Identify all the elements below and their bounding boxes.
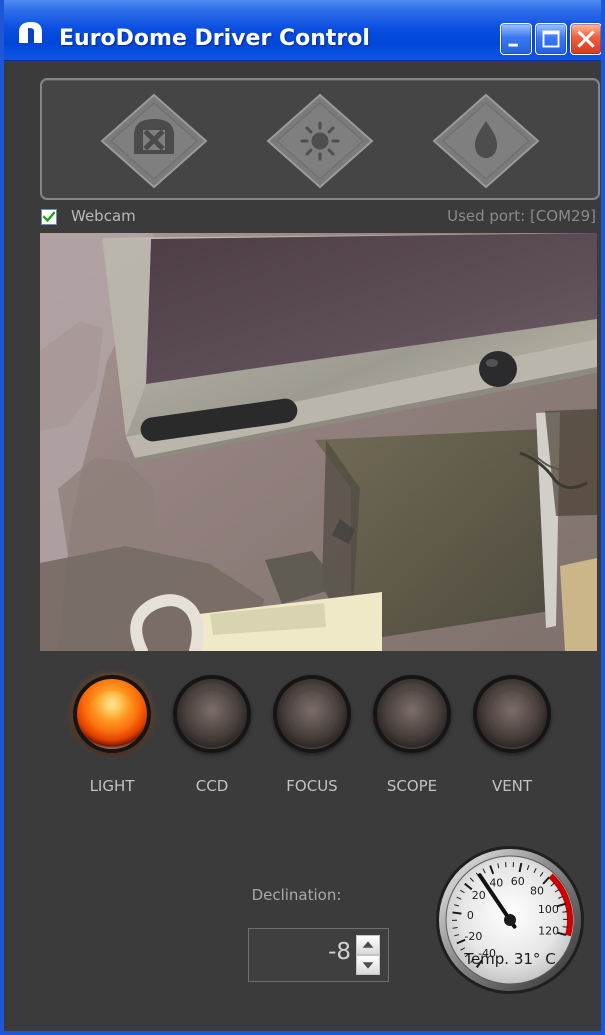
webcam-feed	[40, 233, 597, 651]
gauge-tick	[562, 926, 568, 928]
indicator-label-vent: VENT	[491, 777, 533, 795]
dome-app-icon	[18, 21, 43, 44]
title-bar: EuroDome Driver Control	[4, 0, 601, 61]
window-title: EuroDome Driver Control	[59, 26, 370, 51]
webcam-checkbox[interactable]	[41, 209, 57, 225]
declination-decrease-button[interactable]	[356, 955, 380, 975]
indicator-label-focus: FOCUS	[286, 777, 338, 795]
close-button[interactable]	[570, 23, 601, 55]
indicator-scope: SCOPE	[362, 668, 462, 795]
indicator-label-scope: SCOPE	[386, 777, 438, 795]
gauge-tick	[452, 911, 462, 915]
gauge-tick-label: 120	[538, 924, 559, 937]
sun-icon	[300, 121, 340, 161]
webcam-label: Webcam	[71, 207, 136, 225]
declination-increase-button[interactable]	[356, 935, 380, 955]
indicator-light: LIGHT	[62, 668, 162, 795]
gauge-tick-label: 0	[467, 909, 474, 922]
x-close-dome-icon	[134, 119, 174, 154]
light-indicator-lamp	[73, 675, 151, 753]
eurodome-driver-control-window: EuroDome Driver Control Webcam Used port…	[0, 0, 605, 1035]
gauge-tick	[452, 926, 458, 929]
gauge-tick-label: 60	[511, 875, 525, 888]
maximize-button[interactable]	[535, 23, 567, 55]
declination-label: Declination:	[251, 886, 342, 904]
ccd-indicator-lamp	[173, 675, 251, 753]
close-dome-button[interactable]	[100, 93, 208, 189]
temperature-gauge: -40 -20 0 20 40 60 80 100 120 Temp. 31° C	[432, 842, 588, 998]
down-arrow-icon	[362, 962, 374, 969]
indicator-vent: VENT	[462, 668, 562, 795]
checkmark-icon	[43, 211, 55, 223]
water-drop-button[interactable]	[432, 93, 540, 189]
gauge-tick-label: 100	[538, 903, 559, 916]
status-indicators: LIGHT CCD FOCUS SCOPE VENT	[62, 668, 582, 798]
vent-indicator-lamp	[473, 675, 551, 753]
indicator-label-light: LIGHT	[89, 777, 135, 795]
webcam-row: Webcam Used port: [COM29]	[40, 207, 600, 227]
gauge-tick-label: -20	[464, 930, 482, 943]
declination-spinbox[interactable]: -8	[248, 928, 389, 982]
up-arrow-icon	[362, 941, 374, 948]
dome-control-toolbar	[40, 78, 600, 200]
temperature-gauge-label: Temp. 31° C	[463, 950, 555, 968]
minimize-button[interactable]	[500, 23, 532, 55]
indicator-label-ccd: CCD	[195, 777, 229, 795]
gauge-tick-label: 80	[530, 885, 544, 898]
focus-indicator-lamp	[273, 675, 351, 753]
gauge-tick-label: 40	[489, 876, 503, 889]
used-port-label: Used port: [COM29]	[447, 207, 596, 225]
indicator-ccd: CCD	[162, 668, 262, 795]
declination-value[interactable]: -8	[249, 939, 351, 965]
indicator-focus: FOCUS	[262, 668, 362, 795]
scope-indicator-lamp	[373, 675, 451, 753]
light-sun-button[interactable]	[266, 93, 374, 189]
gauge-tick-label: 20	[472, 889, 486, 902]
